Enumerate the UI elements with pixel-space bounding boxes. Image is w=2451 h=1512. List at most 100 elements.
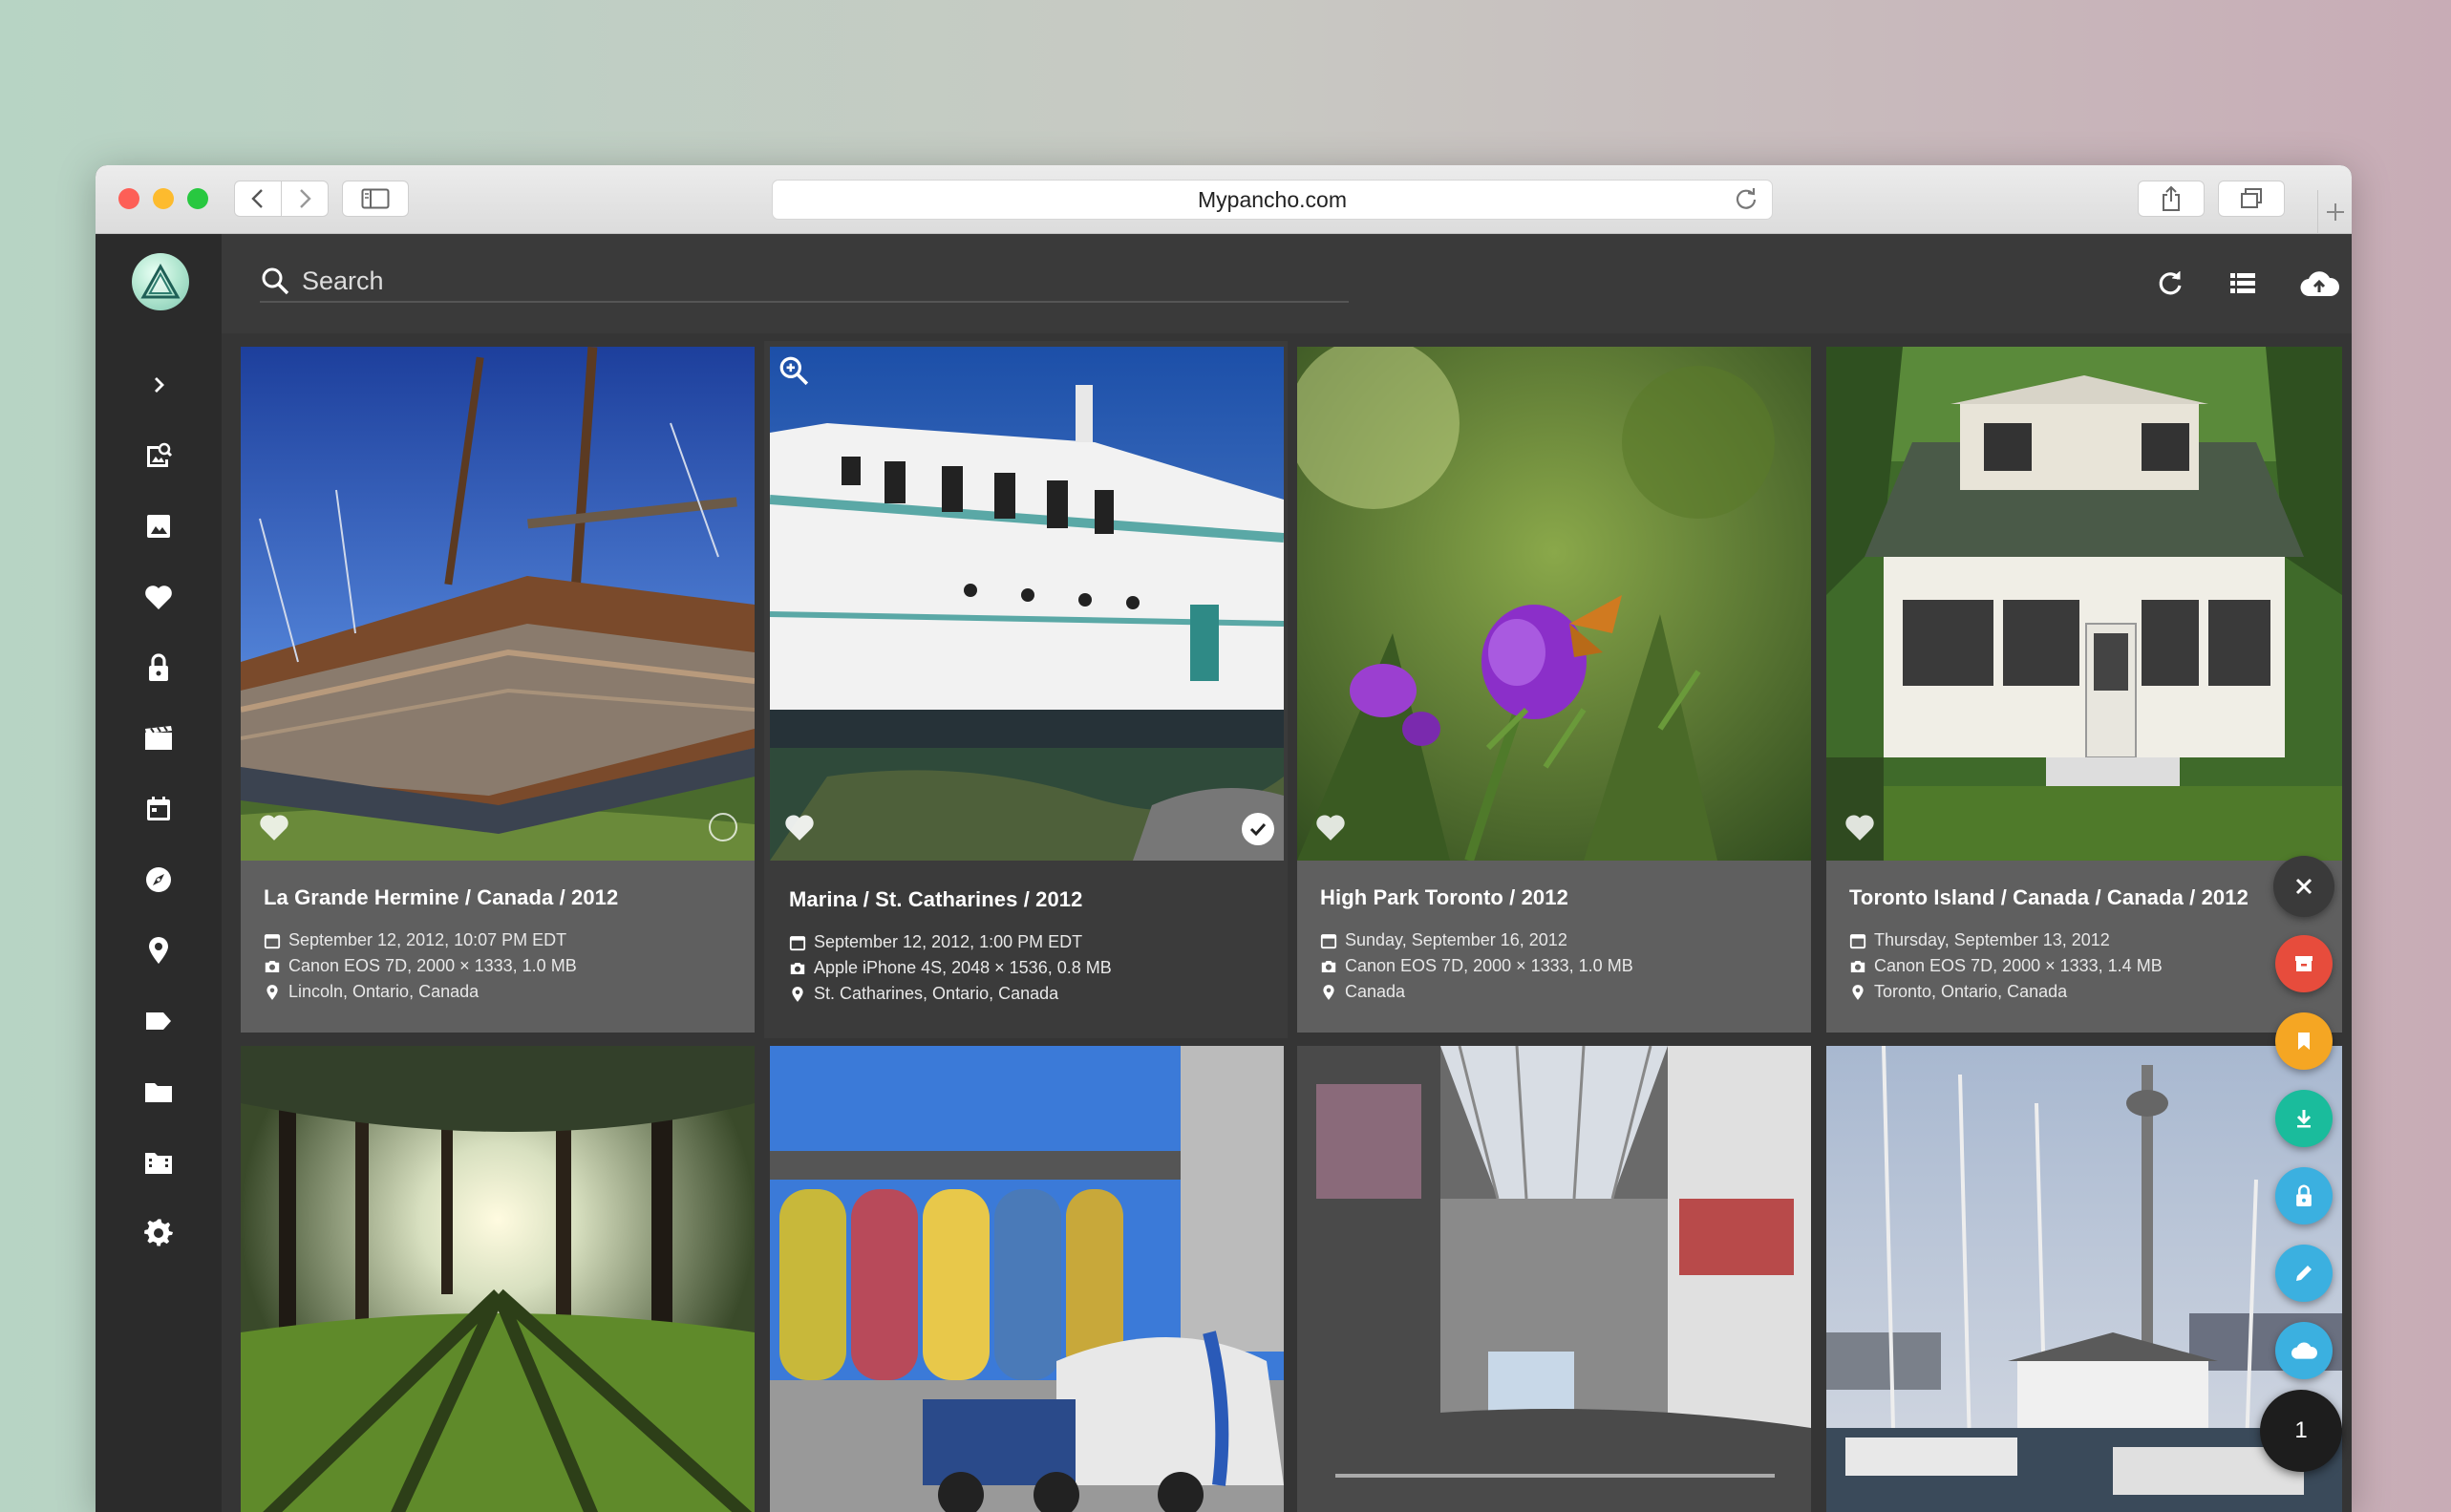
search-bar[interactable]	[260, 261, 1349, 303]
photo-thumbnail[interactable]	[1826, 347, 2342, 861]
edit-button[interactable]	[2275, 1245, 2333, 1302]
photo-card[interactable]	[241, 1046, 755, 1512]
minimize-window-button[interactable]	[153, 188, 174, 209]
share-cloud-button[interactable]	[2275, 1322, 2333, 1379]
edit-icon	[2296, 1266, 2312, 1281]
refresh-button[interactable]	[2149, 263, 2191, 305]
sidebar-item-private[interactable]	[130, 639, 187, 696]
photo-location-row: Toronto, Ontario, Canada	[1849, 979, 2319, 1005]
photo-date: Thursday, September 13, 2012	[1874, 930, 2110, 949]
photo-date-row: Sunday, September 16, 2012	[1320, 927, 1788, 953]
back-button[interactable]	[234, 181, 282, 217]
clear-selection-button[interactable]	[2273, 856, 2334, 917]
heart-icon[interactable]	[783, 811, 816, 843]
zoom-in-icon[interactable]	[778, 354, 810, 387]
photo-card-selected[interactable]: Marina / St. Catharines / 2012 September…	[764, 341, 1288, 1038]
address-bar[interactable]: Mypancho.com	[772, 180, 1773, 220]
camera-icon	[265, 960, 280, 972]
photo-camera-row: Canon EOS 7D, 2000 × 1333, 1.0 MB	[1320, 953, 1788, 979]
photo-card[interactable]: La Grande Hermine / Canada / 2012 Septem…	[241, 347, 755, 1033]
heart-icon[interactable]	[258, 811, 290, 843]
list-view-button[interactable]	[2222, 263, 2264, 305]
selection-count-button[interactable]: 1	[2260, 1390, 2342, 1472]
photo-thumbnail[interactable]	[1297, 347, 1811, 861]
photo-info: High Park Toronto / 2012 Sunday, Septemb…	[1297, 861, 1811, 1033]
photo-card[interactable]	[770, 1046, 1284, 1512]
sidebar	[96, 234, 222, 1512]
photo-card[interactable]: Toronto Island / Canada / Canada / 2012 …	[1826, 347, 2342, 1033]
photo-thumbnail[interactable]	[770, 347, 1284, 861]
photo-thumbnail[interactable]	[770, 1046, 1284, 1512]
sidebar-item-calendar[interactable]	[130, 780, 187, 838]
photo-location[interactable]: St. Catharines, Ontario, Canada	[814, 984, 1058, 1004]
sidebar-item-places[interactable]	[130, 851, 187, 908]
photo-date: September 12, 2012, 1:00 PM EDT	[814, 932, 1083, 951]
photo-thumbnail[interactable]	[1297, 1046, 1811, 1512]
select-checkbox[interactable]	[709, 813, 737, 841]
photo-card[interactable]	[1297, 1046, 1811, 1512]
browser-titlebar: Mypancho.com	[96, 165, 2352, 234]
add-to-album-button[interactable]	[2275, 1012, 2333, 1070]
photo-thumbnail[interactable]	[241, 347, 755, 861]
cloud-upload-icon	[2300, 271, 2339, 297]
photo-location[interactable]: Canada	[1345, 982, 1405, 1002]
sidebar-toggle-button[interactable]	[342, 181, 409, 217]
photo-location[interactable]: Lincoln, Ontario, Canada	[288, 982, 479, 1002]
film-icon	[145, 726, 172, 750]
check-icon	[1249, 822, 1267, 837]
photo-card[interactable]: High Park Toronto / 2012 Sunday, Septemb…	[1297, 347, 1811, 1033]
share-icon	[2163, 185, 2180, 211]
photo-camera: Apple iPhone 4S, 2048 × 1536, 0.8 MB	[814, 958, 1112, 977]
app-logo[interactable]	[132, 253, 189, 310]
new-tab-button[interactable]	[2317, 190, 2352, 234]
chevron-left-icon	[251, 189, 263, 208]
photo-title[interactable]: Marina / St. Catharines / 2012	[789, 887, 1265, 912]
calendar-icon	[147, 797, 170, 820]
calendar-icon	[1320, 933, 1337, 948]
share-button[interactable]	[2138, 181, 2205, 217]
camera-icon	[1850, 960, 1865, 972]
photo-title[interactable]: High Park Toronto / 2012	[1320, 885, 1788, 910]
photo-title[interactable]: Toronto Island / Canada / Canada / 2012	[1849, 885, 2319, 910]
heart-icon[interactable]	[1314, 811, 1347, 843]
sidebar-item-favorites[interactable]	[130, 568, 187, 626]
make-private-button[interactable]	[2275, 1167, 2333, 1225]
heart-icon	[145, 586, 172, 609]
tabs-overview-button[interactable]	[2218, 181, 2285, 217]
sidebar-item-albums[interactable]	[130, 1134, 187, 1191]
selected-checkmark[interactable]	[1242, 813, 1274, 845]
heart-icon[interactable]	[1844, 811, 1876, 843]
archive-button[interactable]	[2275, 935, 2333, 992]
photo-icon	[147, 515, 170, 538]
reload-page-button[interactable]	[1734, 186, 1758, 217]
search-input[interactable]	[290, 262, 1349, 300]
map-pin-icon	[149, 937, 168, 964]
photo-location-row: St. Catharines, Ontario, Canada	[789, 981, 1265, 1007]
sidebar-item-locations[interactable]	[130, 922, 187, 979]
close-window-button[interactable]	[118, 188, 139, 209]
selection-count: 1	[2294, 1417, 2308, 1443]
sidebar-item-search-photos[interactable]	[130, 427, 187, 484]
calendar-icon	[264, 933, 281, 948]
sidebar-item-labels[interactable]	[130, 992, 187, 1050]
forward-button[interactable]	[281, 181, 329, 217]
browser-window: Mypancho.com Search La Grande Hermine / …	[96, 165, 2352, 1512]
photo-thumbnail[interactable]	[241, 1046, 755, 1512]
camera-icon	[790, 962, 805, 974]
download-button[interactable]	[2275, 1090, 2333, 1147]
list-view-icon	[2230, 273, 2255, 293]
sidebar-item-photos[interactable]	[130, 498, 187, 555]
bookmark-icon	[2298, 1033, 2310, 1050]
photo-location[interactable]: Toronto, Ontario, Canada	[1874, 982, 2067, 1002]
sidebar-item-expand[interactable]	[130, 356, 187, 414]
upload-button[interactable]	[2294, 263, 2344, 305]
zoom-window-button[interactable]	[187, 188, 208, 209]
sidebar-item-folders[interactable]	[130, 1063, 187, 1120]
sidebar-item-videos[interactable]	[130, 710, 187, 767]
ship-photo-image	[241, 347, 755, 861]
photo-title[interactable]: La Grande Hermine / Canada / 2012	[264, 885, 732, 910]
lock-icon	[2296, 1184, 2312, 1206]
sidebar-item-settings[interactable]	[130, 1204, 187, 1262]
photo-info: La Grande Hermine / Canada / 2012 Septem…	[241, 861, 755, 1033]
top-toolbar	[222, 234, 2352, 333]
